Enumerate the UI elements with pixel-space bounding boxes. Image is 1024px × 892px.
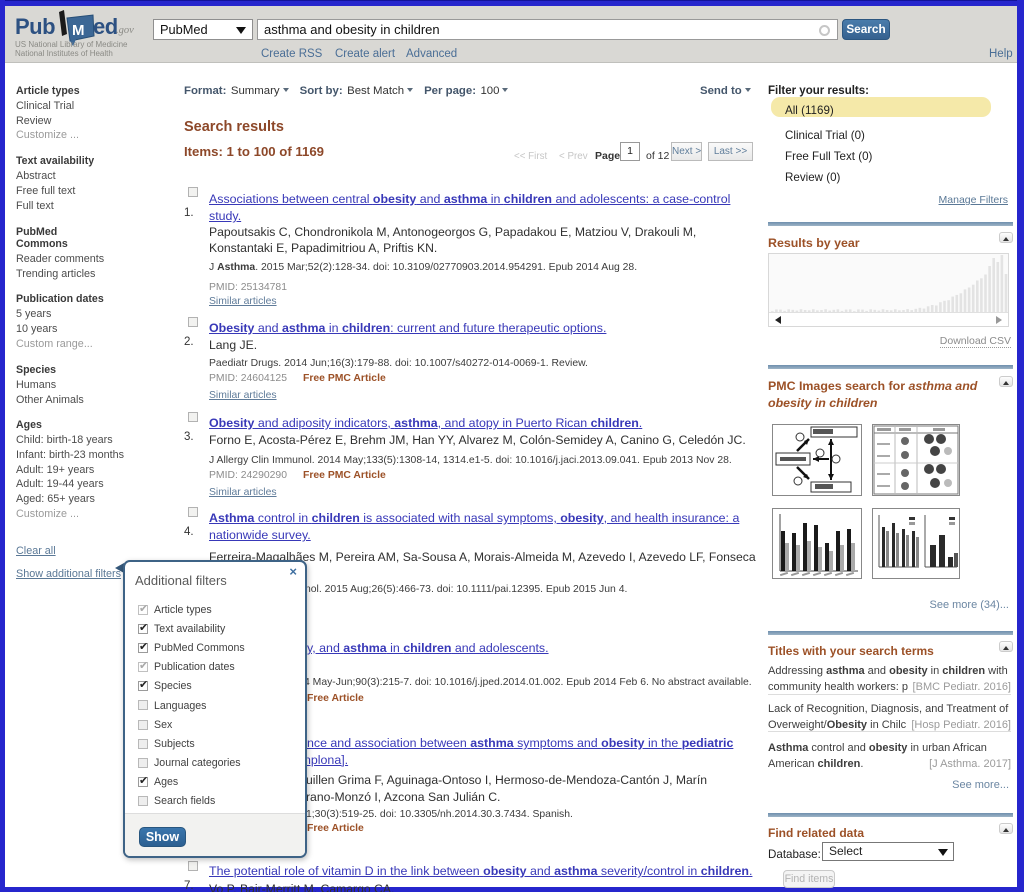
svg-text:M: M — [72, 22, 85, 39]
